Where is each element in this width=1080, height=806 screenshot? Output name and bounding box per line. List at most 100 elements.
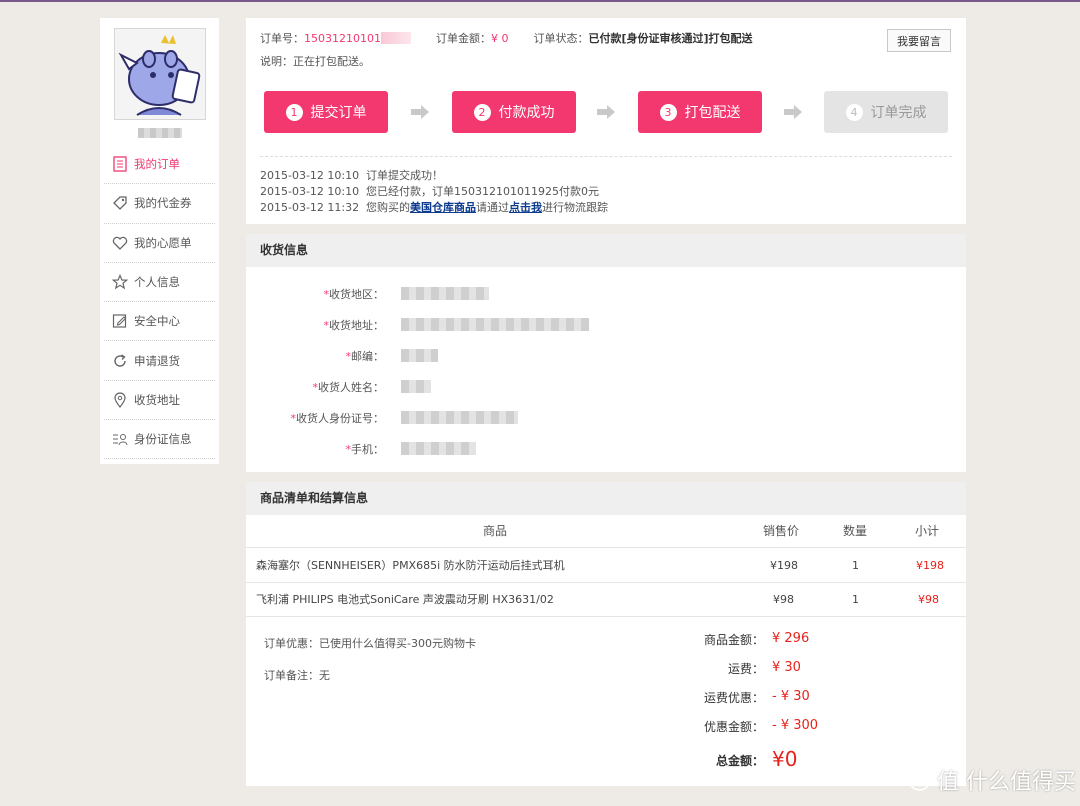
site-watermark: 值 什么值得买 — [908, 762, 1076, 798]
sidebar-item-my-orders[interactable]: 我的订单 — [104, 145, 215, 185]
field-value-blurred — [401, 380, 431, 393]
log-text-pre: 您购买的 — [366, 201, 410, 214]
sidebar-item-label: 我的代金券 — [134, 196, 192, 211]
field-label: 收货地址： — [329, 319, 384, 332]
product-subtotal: ¥98 — [918, 593, 939, 606]
step-label: 提交订单 — [310, 105, 367, 121]
shipping-info-title: 收货信息 — [246, 234, 966, 267]
order-summary-line: 订单号：15031210101 订单金额：¥ 0 订单状态：已付款[身份证审核通… — [260, 30, 753, 46]
sidebar-menu: 我的订单 我的代金券 我的心愿单 个人信息 安全中心 申请退货 收货地址 身份证… — [104, 145, 215, 460]
order-number-value: 15031210101 — [304, 32, 381, 45]
step-number: 3 — [659, 103, 677, 121]
order-status-value: 已付款[身份证审核通过]打包配送 — [588, 32, 753, 45]
summary-shipping-discount: 运费优惠： - ¥ 30 — [666, 689, 946, 709]
field-address: *收货地址： — [246, 315, 966, 335]
step-number: 4 — [845, 103, 863, 121]
star-icon — [112, 274, 128, 290]
order-status-label: 订单状态： — [533, 32, 589, 45]
shipping-info-panel: 收货信息 *收货地区： *收货地址： *邮编： *收货人姓名： *收货人身份证号… — [246, 234, 966, 472]
step-label: 付款成功 — [498, 105, 555, 121]
summary-label: 商品金额： — [703, 633, 764, 647]
sidebar-item-label: 我的订单 — [134, 157, 180, 172]
summary-goods-amount: 商品金额： ¥ 296 — [666, 631, 946, 651]
field-recipient-name: *收货人姓名： — [246, 377, 966, 397]
product-subtotal: ¥198 — [916, 559, 944, 572]
field-label: 收货人身份证号： — [296, 412, 384, 425]
log-time: 2015-03-12 11:32 — [260, 201, 360, 214]
sidebar-item-label: 申请退货 — [134, 353, 180, 368]
sidebar-item-vouchers[interactable]: 我的代金券 — [104, 184, 215, 224]
arrow-right-icon — [784, 105, 802, 119]
id-card-icon — [112, 431, 128, 447]
product-name-link[interactable]: 森海塞尔（SENNHEISER）PMX685i 防水防汗运动后挂式耳机 — [256, 549, 565, 582]
field-postcode: *邮编： — [246, 346, 966, 366]
product-price: ¥198 — [770, 559, 798, 572]
arrow-right-icon — [411, 105, 429, 119]
summary-label: 运费优惠： — [703, 691, 764, 705]
watermark-text: 值 什么值得买 — [937, 770, 1076, 795]
log-text: 订单提交成功！ — [366, 169, 443, 182]
us-warehouse-link[interactable]: 美国仓库商品 — [410, 201, 476, 214]
order-log-entry: 2015-03-12 10:10 您已经付款，订单150312101011925付… — [260, 183, 599, 199]
goods-settlement-title: 商品清单和结算信息 — [246, 482, 966, 515]
sidebar-item-return[interactable]: 申请退货 — [104, 341, 215, 381]
heart-icon — [112, 235, 128, 251]
field-value-blurred — [401, 287, 489, 300]
order-note: 说明：正在打包配送。 — [260, 55, 370, 68]
order-log-entry: 2015-03-12 10:10 订单提交成功！ — [260, 167, 443, 183]
summary-value: ¥ 296 — [772, 631, 810, 646]
summary-value: - ¥ 300 — [772, 718, 819, 733]
step-number: 2 — [473, 103, 491, 121]
field-value-blurred — [401, 442, 476, 455]
sidebar-item-label: 安全中心 — [134, 314, 180, 329]
location-pin-icon — [112, 392, 128, 408]
rhino-mascot-image — [115, 29, 205, 119]
table-row: 飞利浦 PHILIPS 电池式SoniCare 声波震动牙刷 HX3631/02… — [246, 583, 966, 617]
sidebar-item-id-card[interactable]: 身份证信息 — [104, 420, 215, 460]
product-name-link[interactable]: 飞利浦 PHILIPS 电池式SoniCare 声波震动牙刷 HX3631/02 — [256, 583, 554, 616]
goods-table-header: 商品 销售价 数量 小计 — [246, 515, 966, 548]
step-label: 订单完成 — [870, 105, 927, 121]
order-list-icon — [112, 156, 128, 172]
summary-label: 运费： — [727, 662, 764, 676]
field-phone: *手机： — [246, 439, 966, 459]
order-number-label: 订单号： — [260, 32, 304, 45]
field-label: 邮编： — [351, 350, 384, 363]
table-row: 森海塞尔（SENNHEISER）PMX685i 防水防汗运动后挂式耳机 ¥198… — [246, 549, 966, 583]
divider — [260, 156, 952, 157]
summary-label: 优惠金额： — [703, 720, 764, 734]
edit-icon — [112, 313, 128, 329]
step-submit-order: 1 提交订单 — [264, 91, 388, 133]
step-label: 打包配送 — [684, 105, 741, 121]
step-number: 1 — [285, 103, 303, 121]
sidebar-item-security[interactable]: 安全中心 — [104, 302, 215, 342]
field-region: *收货地区： — [246, 284, 966, 304]
leave-message-button[interactable]: 我要留言 — [887, 29, 951, 52]
sidebar-item-address[interactable]: 收货地址 — [104, 381, 215, 421]
field-label: 收货人姓名： — [318, 381, 384, 394]
step-packing-shipping: 3 打包配送 — [638, 91, 762, 133]
username-blurred — [138, 128, 182, 138]
total-value: ¥0 — [772, 747, 798, 771]
summary-discount: 优惠金额： - ¥ 300 — [666, 718, 946, 738]
field-label: 手机： — [351, 443, 384, 456]
product-price: ¥98 — [773, 593, 794, 606]
field-value-blurred — [401, 349, 438, 362]
col-product: 商品 — [483, 524, 508, 538]
avatar[interactable] — [114, 28, 206, 120]
goods-settlement-panel: 商品清单和结算信息 商品 销售价 数量 小计 森海塞尔（SENNHEISER）P… — [246, 482, 966, 786]
tag-icon — [112, 195, 128, 211]
sidebar-item-label: 我的心愿单 — [134, 235, 192, 250]
field-value-blurred — [401, 411, 518, 424]
log-text-post: 进行物流跟踪 — [542, 201, 608, 214]
product-qty: 1 — [852, 559, 859, 572]
sidebar-item-label: 身份证信息 — [134, 432, 192, 447]
field-recipient-id: *收货人身份证号： — [246, 408, 966, 428]
sidebar-item-profile[interactable]: 个人信息 — [104, 263, 215, 303]
sidebar-item-wishlist[interactable]: 我的心愿单 — [104, 224, 215, 263]
arrow-right-icon — [597, 105, 615, 119]
smzdm-logo-icon — [908, 769, 931, 791]
log-time: 2015-03-12 10:10 — [260, 185, 360, 198]
click-me-tracking-link[interactable]: 点击我 — [509, 201, 542, 214]
top-accent-line — [0, 0, 1080, 2]
